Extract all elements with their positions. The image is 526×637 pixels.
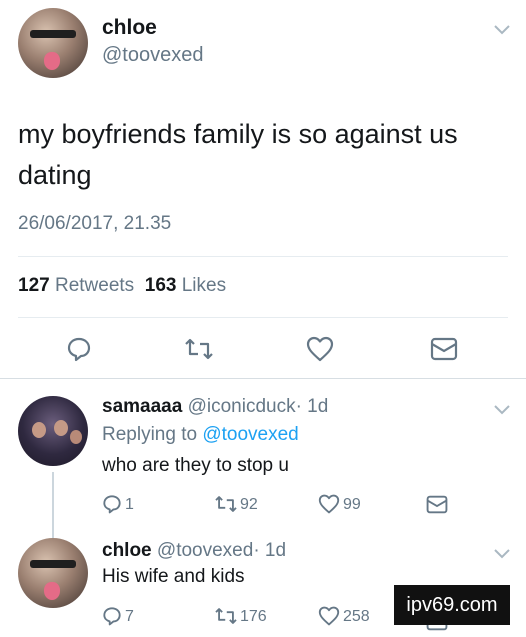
- like-icon[interactable]: [318, 606, 340, 626]
- reply-age[interactable]: · 1d: [253, 540, 286, 561]
- reply-header: samaaaa @iconicduck· 1d: [102, 396, 328, 418]
- author-handle[interactable]: @iconicduck: [188, 396, 296, 417]
- reply-icon[interactable]: [102, 606, 122, 626]
- message-icon[interactable]: [426, 495, 448, 514]
- reply-icon[interactable]: [66, 336, 92, 362]
- like-count: 258: [343, 608, 370, 625]
- chevron-down-icon[interactable]: [494, 402, 510, 420]
- like-icon[interactable]: [306, 336, 334, 362]
- retweet-count: 176: [240, 608, 267, 625]
- engagement-stats: 127 Retweets 163 Likes: [18, 275, 226, 297]
- replying-to: Replying to @toovexed: [102, 424, 299, 446]
- replying-to-link[interactable]: @toovexed: [202, 424, 298, 445]
- likes-label[interactable]: Likes: [182, 275, 226, 296]
- divider: [18, 256, 508, 257]
- retweet-count: 92: [240, 496, 258, 513]
- retweet-icon[interactable]: [184, 336, 214, 362]
- likes-count[interactable]: 163: [145, 275, 177, 296]
- reply-icon[interactable]: [102, 494, 122, 514]
- tweet-text: my boyfriends family is so against us da…: [18, 119, 458, 190]
- avatar[interactable]: [18, 538, 88, 608]
- retweet-icon[interactable]: [214, 494, 238, 514]
- reply-age[interactable]: · 1d: [296, 396, 329, 417]
- divider: [0, 378, 526, 379]
- author-name[interactable]: samaaaa: [102, 396, 182, 417]
- tweet-timestamp[interactable]: 26/06/2017, 21.35: [18, 213, 171, 235]
- reply-text: who are they to stop u: [102, 455, 289, 476]
- author-handle[interactable]: @toovexed: [102, 44, 203, 67]
- retweets-count[interactable]: 127: [18, 275, 50, 296]
- message-icon[interactable]: [430, 337, 458, 361]
- tongue-shape: [44, 52, 60, 70]
- author-name[interactable]: chloe: [102, 16, 157, 40]
- chevron-down-icon[interactable]: [494, 22, 510, 40]
- reply-text: His wife and kids: [102, 566, 245, 587]
- watermark: ipv69.com: [394, 585, 510, 625]
- divider: [18, 317, 508, 318]
- like-count: 99: [343, 496, 361, 513]
- avatar[interactable]: [18, 396, 88, 466]
- replying-prefix: Replying to: [102, 424, 198, 445]
- reply-header: chloe @toovexed· 1d: [102, 540, 286, 562]
- chevron-down-icon[interactable]: [494, 546, 510, 564]
- like-icon[interactable]: [318, 494, 340, 514]
- retweet-icon[interactable]: [214, 606, 238, 626]
- sunglasses-shape: [30, 30, 76, 38]
- author-name[interactable]: chloe: [102, 540, 152, 561]
- avatar[interactable]: [18, 8, 88, 78]
- tongue-shape: [44, 582, 60, 600]
- reply-count: 1: [125, 496, 134, 513]
- thread-line: [52, 472, 54, 538]
- author-handle[interactable]: @toovexed: [157, 540, 253, 561]
- reply-count: 7: [125, 608, 134, 625]
- sunglasses-shape: [30, 560, 76, 568]
- retweets-label[interactable]: Retweets: [55, 275, 134, 296]
